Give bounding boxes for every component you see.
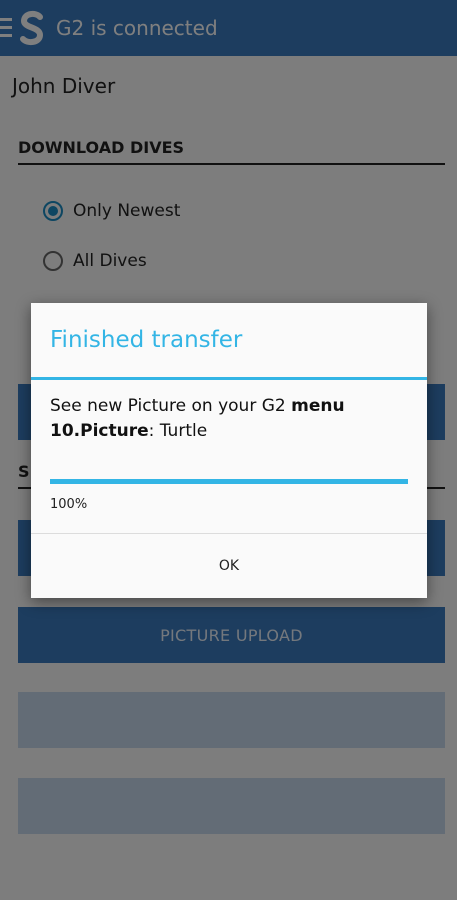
progress-percent: 100% (50, 497, 88, 512)
dialog-title-divider (31, 377, 427, 380)
message-prefix: See new Picture on your G2 (50, 396, 292, 416)
dialog-title: Finished transfer (50, 327, 243, 353)
progress-bar-fill (50, 479, 408, 484)
progress-bar (50, 479, 408, 484)
ok-button[interactable]: OK (31, 534, 427, 598)
message-suffix: : Turtle (148, 421, 208, 441)
finished-transfer-dialog: Finished transfer See new Picture on you… (31, 303, 427, 598)
dialog-message: See new Picture on your G2 menu 10.Pictur… (50, 394, 410, 444)
message-bold-menu: menu (291, 396, 345, 416)
message-bold-picture: 10.Picture (50, 421, 149, 441)
